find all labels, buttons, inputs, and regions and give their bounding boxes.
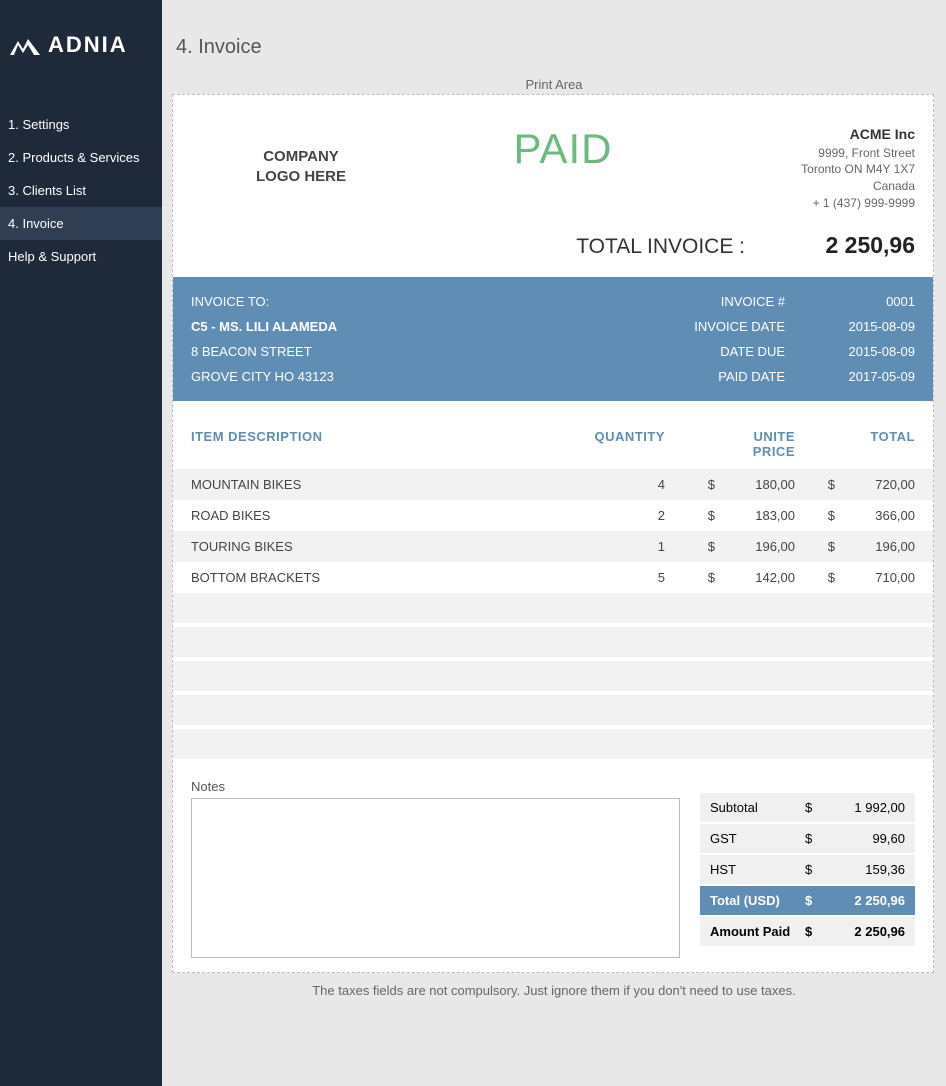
item-unit-price: 180,00 (715, 477, 795, 492)
invoice-num: 0001 (825, 294, 915, 309)
nav-invoice[interactable]: 4. Invoice (0, 207, 162, 240)
item-total: 196,00 (835, 539, 915, 554)
company-name: ACME Inc (715, 125, 915, 145)
currency-symbol: $ (665, 570, 715, 585)
empty-row (173, 729, 933, 759)
nav-settings[interactable]: 1. Settings (0, 108, 162, 141)
paid-date-label: PAID DATE (621, 369, 825, 384)
tax-footnote: The taxes fields are not compulsory. Jus… (162, 973, 946, 1008)
item-row: ROAD BIKES2$183,00$366,00 (173, 500, 933, 531)
currency-symbol: $ (665, 539, 715, 554)
paid-stamp: PAID (411, 125, 715, 173)
item-unit-price: 142,00 (715, 570, 795, 585)
nav-clients-list[interactable]: 3. Clients List (0, 174, 162, 207)
empty-row (173, 661, 933, 691)
currency-symbol: $ (795, 539, 835, 554)
totals-box: Subtotal $ 1 992,00 GST $ 99,60 HST $ 15… (700, 779, 915, 958)
company-street: 9999, Front Street (715, 145, 915, 162)
nav-help-support[interactable]: Help & Support (0, 240, 162, 273)
currency-symbol: $ (805, 893, 825, 908)
item-qty: 1 (575, 539, 665, 554)
item-qty: 2 (575, 508, 665, 523)
notes-input[interactable] (191, 798, 680, 958)
empty-row (173, 627, 933, 657)
client-city: GROVE CITY HO 43123 (191, 369, 621, 384)
item-unit-price: 183,00 (715, 508, 795, 523)
total-invoice-label: TOTAL INVOICE : (576, 235, 745, 259)
item-row: TOURING BIKES1$196,00$196,00 (173, 531, 933, 562)
paid-date: 2017-05-09 (825, 369, 915, 384)
main-area: 4. Invoice Print Area COMPANY LOGO HERE … (162, 0, 946, 1086)
company-city: Toronto ON M4Y 1X7 (715, 161, 915, 178)
brand-name: ADNIA (48, 32, 128, 58)
company-country: Canada (715, 178, 915, 195)
item-qty: 5 (575, 570, 665, 585)
company-phone: + 1 (437) 999-9999 (715, 195, 915, 212)
col-total: TOTAL (835, 429, 915, 459)
brand-mark-icon (10, 35, 40, 55)
item-row: BOTTOM BRACKETS5$142,00$710,00 (173, 562, 933, 593)
date-due: 2015-08-09 (825, 344, 915, 359)
billing-bar: INVOICE TO: INVOICE # 0001 C5 - MS. LILI… (173, 277, 933, 401)
print-area-label: Print Area (162, 77, 946, 94)
notes-label: Notes (191, 779, 680, 798)
currency-symbol: $ (665, 508, 715, 523)
empty-row (173, 593, 933, 623)
logo-placeholder-line2: LOGO HERE (191, 167, 411, 187)
sidebar: ADNIA 1. Settings 2. Products & Services… (0, 0, 162, 1086)
currency-symbol: $ (665, 477, 715, 492)
grand-total-value: 2 250,96 (825, 893, 905, 908)
invoice-date-label: INVOICE DATE (621, 319, 825, 334)
hst-label: HST (710, 862, 805, 877)
currency-symbol: $ (795, 508, 835, 523)
company-info: ACME Inc 9999, Front Street Toronto ON M… (715, 125, 915, 212)
currency-symbol: $ (805, 800, 825, 815)
item-desc: TOURING BIKES (191, 539, 575, 554)
col-qty: QUANTITY (575, 429, 665, 459)
gst-label: GST (710, 831, 805, 846)
currency-symbol: $ (795, 570, 835, 585)
col-unit-price: UNITE PRICE (715, 429, 795, 459)
item-row: MOUNTAIN BIKES4$180,00$720,00 (173, 469, 933, 500)
item-total: 720,00 (835, 477, 915, 492)
item-desc: BOTTOM BRACKETS (191, 570, 575, 585)
invoice-date: 2015-08-09 (825, 319, 915, 334)
brand-logo: ADNIA (0, 20, 162, 108)
amount-paid-value: 2 250,96 (825, 924, 905, 939)
item-total: 710,00 (835, 570, 915, 585)
item-desc: ROAD BIKES (191, 508, 575, 523)
subtotal-value: 1 992,00 (825, 800, 905, 815)
amount-paid-label: Amount Paid (710, 924, 805, 939)
subtotal-label: Subtotal (710, 800, 805, 815)
logo-placeholder-line1: COMPANY (191, 147, 411, 167)
grand-total-label: Total (USD) (710, 893, 805, 908)
item-unit-price: 196,00 (715, 539, 795, 554)
invoice-document: COMPANY LOGO HERE PAID ACME Inc 9999, Fr… (172, 94, 934, 973)
client-street: 8 BEACON STREET (191, 344, 621, 359)
page-title: 4. Invoice (162, 0, 946, 77)
item-qty: 4 (575, 477, 665, 492)
item-total: 366,00 (835, 508, 915, 523)
currency-symbol: $ (805, 924, 825, 939)
invoice-num-label: INVOICE # (621, 294, 825, 309)
currency-symbol: $ (805, 831, 825, 846)
empty-row (173, 695, 933, 725)
invoice-to-label: INVOICE TO: (191, 294, 621, 309)
items-header: ITEM DESCRIPTION QUANTITY UNITE PRICE TO… (173, 401, 933, 469)
hst-value: 159,36 (825, 862, 905, 877)
client-name: C5 - MS. LILI ALAMEDA (191, 319, 621, 334)
col-desc: ITEM DESCRIPTION (191, 429, 575, 459)
date-due-label: DATE DUE (621, 344, 825, 359)
total-invoice-value: 2 250,96 (745, 232, 915, 259)
currency-symbol: $ (795, 477, 835, 492)
currency-symbol: $ (805, 862, 825, 877)
nav-products-services[interactable]: 2. Products & Services (0, 141, 162, 174)
gst-value: 99,60 (825, 831, 905, 846)
item-desc: MOUNTAIN BIKES (191, 477, 575, 492)
company-logo-placeholder: COMPANY LOGO HERE (191, 125, 411, 212)
